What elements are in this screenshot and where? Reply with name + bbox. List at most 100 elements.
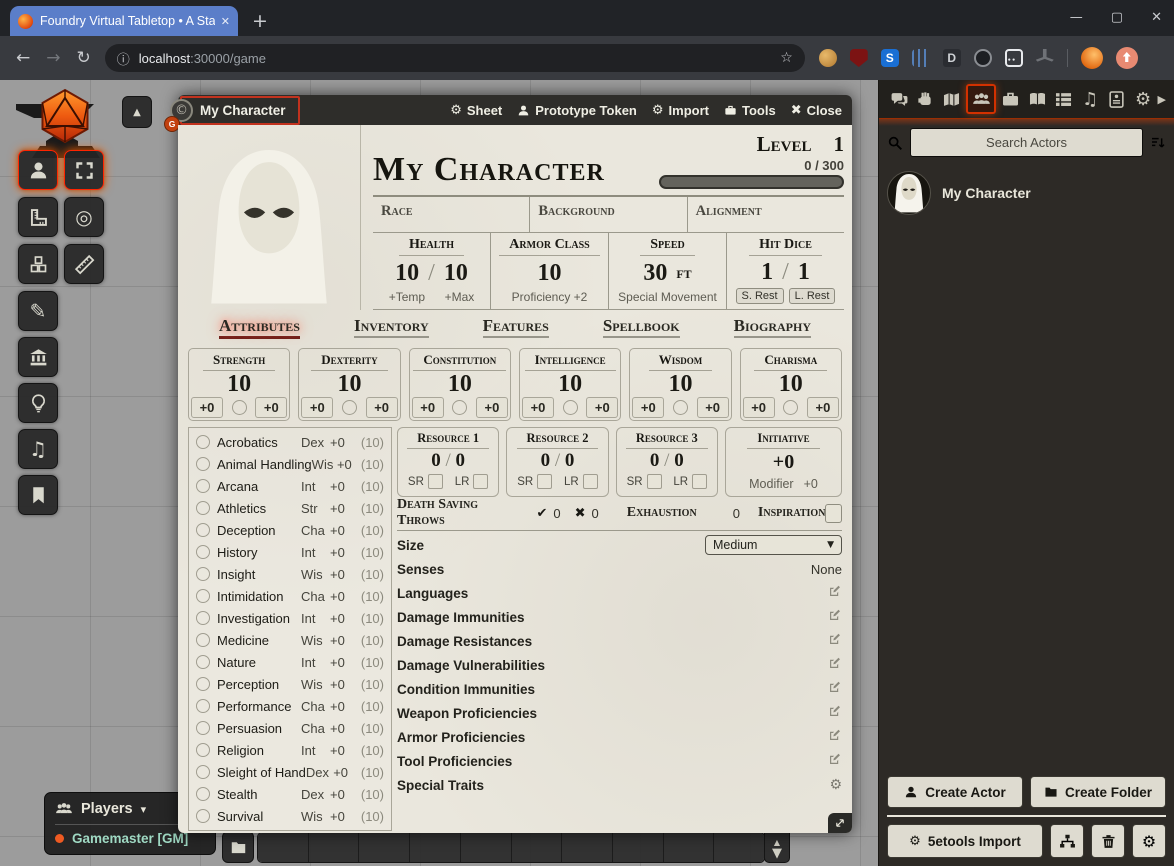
new-tab-button[interactable]: + (252, 8, 268, 34)
sidebar-tab-scenes[interactable] (940, 87, 964, 111)
window-resize-handle[interactable] (828, 813, 852, 833)
sr-checkbox[interactable] (647, 474, 662, 489)
actor-name[interactable]: My Character (942, 185, 1031, 201)
skill-name[interactable]: Religion (217, 743, 301, 758)
character-name[interactable]: My Character (373, 151, 659, 189)
url-bar[interactable]: ⓘ localhost :30000/game ☆ (105, 44, 805, 72)
skill-name[interactable]: Survival (217, 809, 301, 824)
s-extension-icon[interactable]: S (881, 49, 899, 67)
edit-icon[interactable] (828, 680, 842, 699)
ac-value[interactable]: 10 (538, 260, 562, 287)
skill-proficiency-radio[interactable] (196, 435, 210, 449)
close-window-button[interactable]: ✖Close (791, 103, 842, 118)
actor-avatar[interactable] (887, 171, 931, 215)
skill-proficiency-radio[interactable] (196, 699, 210, 713)
ability-block[interactable]: Wisdom 10 +0 +0 (629, 348, 731, 421)
hotbar-slot[interactable] (461, 833, 512, 862)
ability-save[interactable]: +0 (743, 397, 775, 418)
prototype-token-button[interactable]: Prototype Token (517, 103, 637, 118)
hotbar-slot[interactable] (258, 833, 309, 862)
health-stat[interactable]: Health 10/10 +Temp+Max (373, 233, 491, 309)
death-success-count[interactable]: 0 (553, 506, 560, 521)
skill-name[interactable]: Arcana (217, 479, 301, 494)
skill-row[interactable]: Acrobatics Dex +0 (10) (196, 431, 384, 453)
skill-row[interactable]: Medicine Wis +0 (10) (196, 629, 384, 651)
macro-folder-button[interactable] (222, 831, 254, 863)
hotbar-slot[interactable] (714, 833, 764, 862)
edit-icon[interactable] (828, 752, 842, 771)
skill-row[interactable]: Arcana Int +0 (10) (196, 475, 384, 497)
resource-max[interactable]: 0 (674, 450, 684, 471)
window-minimize-button[interactable]: — (1070, 10, 1083, 25)
special-movement-label[interactable]: Special Movement (618, 290, 717, 304)
sidebar-tab-chat[interactable] (887, 87, 911, 111)
edit-icon[interactable] (828, 704, 842, 723)
gear-icon[interactable]: ⚙ (829, 777, 842, 793)
skill-row[interactable]: Deception Cha +0 (10) (196, 519, 384, 541)
configure-button[interactable]: ⚙ (1132, 824, 1166, 858)
skill-row[interactable]: Intimidation Cha +0 (10) (196, 585, 384, 607)
d-extension-icon[interactable]: D (943, 49, 961, 67)
ability-save[interactable]: +0 (632, 397, 664, 418)
box-extension-icon[interactable] (1005, 49, 1023, 67)
size-select[interactable]: Medium ▼ (705, 535, 842, 555)
sheet-tab[interactable]: Inventory (354, 316, 429, 338)
import-button[interactable]: ⚙Import (652, 103, 709, 118)
edit-icon[interactable] (828, 584, 842, 603)
death-success-icon[interactable]: ✔ (537, 506, 548, 521)
edit-icon[interactable] (828, 632, 842, 651)
sidebar-tab-journal[interactable] (1025, 87, 1049, 111)
ability-score[interactable]: 10 (192, 371, 286, 397)
hotbar-slot[interactable] (562, 833, 613, 862)
initiative-total[interactable]: +0 (730, 451, 837, 474)
sheet-tab[interactable]: Biography (734, 316, 811, 338)
skill-proficiency-radio[interactable] (196, 765, 210, 779)
sidebar-collapse-button[interactable]: ▶ (1158, 93, 1166, 106)
hotbar-slot[interactable] (410, 833, 461, 862)
hotbar-slot[interactable] (512, 833, 563, 862)
skill-name[interactable]: Deception (217, 523, 301, 538)
hp-max[interactable]: 10 (444, 260, 468, 287)
ability-save[interactable]: +0 (191, 397, 223, 418)
character-field[interactable]: Background (530, 197, 687, 232)
tool-measure-distance[interactable] (64, 244, 104, 284)
reload-button[interactable]: ↻ (77, 48, 91, 68)
resource-max[interactable]: 0 (456, 450, 466, 471)
back-button[interactable]: ← (16, 48, 30, 68)
sheet-tab[interactable]: Spellbook (603, 316, 680, 338)
skill-proficiency-radio[interactable] (196, 809, 210, 823)
skill-proficiency-radio[interactable] (196, 589, 210, 603)
ability-score[interactable]: 10 (633, 371, 727, 397)
initiative-modifier[interactable]: +0 (804, 477, 818, 491)
ability-block[interactable]: Dexterity 10 +0 +0 (298, 348, 400, 421)
speed-stat[interactable]: Speed 30ft Special Movement (609, 233, 727, 309)
skill-row[interactable]: Investigation Int +0 (10) (196, 607, 384, 629)
skill-proficiency-radio[interactable] (196, 567, 210, 581)
skill-name[interactable]: Insight (217, 567, 301, 582)
sidebar-tab-settings[interactable]: ⚙ (1131, 87, 1155, 111)
lens-extension-icon[interactable] (974, 49, 992, 67)
skill-proficiency-radio[interactable] (196, 677, 210, 691)
ability-score[interactable]: 10 (744, 371, 838, 397)
skill-row[interactable]: Insight Wis +0 (10) (196, 563, 384, 585)
ability-score[interactable]: 10 (302, 371, 396, 397)
hotbar-slot[interactable] (359, 833, 410, 862)
sheet-tab[interactable]: Features (483, 316, 549, 338)
window-close-button[interactable]: ✕ (1151, 10, 1162, 25)
hp-temp-label[interactable]: +Temp (389, 290, 425, 304)
inspiration-checkbox[interactable] (825, 504, 842, 523)
ability-save[interactable]: +0 (412, 397, 444, 418)
skill-name[interactable]: Nature (217, 655, 301, 670)
hotbar-slot[interactable] (309, 833, 360, 862)
hotbar-slot[interactable] (664, 833, 715, 862)
sort-icon[interactable] (1150, 135, 1166, 151)
level-display[interactable]: Level1 (659, 132, 844, 157)
page-down-icon[interactable]: ▼ (772, 847, 782, 860)
ability-block[interactable]: Charisma 10 +0 +0 (740, 348, 842, 421)
speed-value[interactable]: 30 (643, 260, 667, 287)
skill-row[interactable]: Perception Wis +0 (10) (196, 673, 384, 695)
skill-name[interactable]: Intimidation (217, 589, 301, 604)
sidebar-tab-combat[interactable] (913, 87, 937, 111)
hotbar-slot[interactable] (613, 833, 664, 862)
create-actor-button[interactable]: Create Actor (887, 776, 1023, 808)
